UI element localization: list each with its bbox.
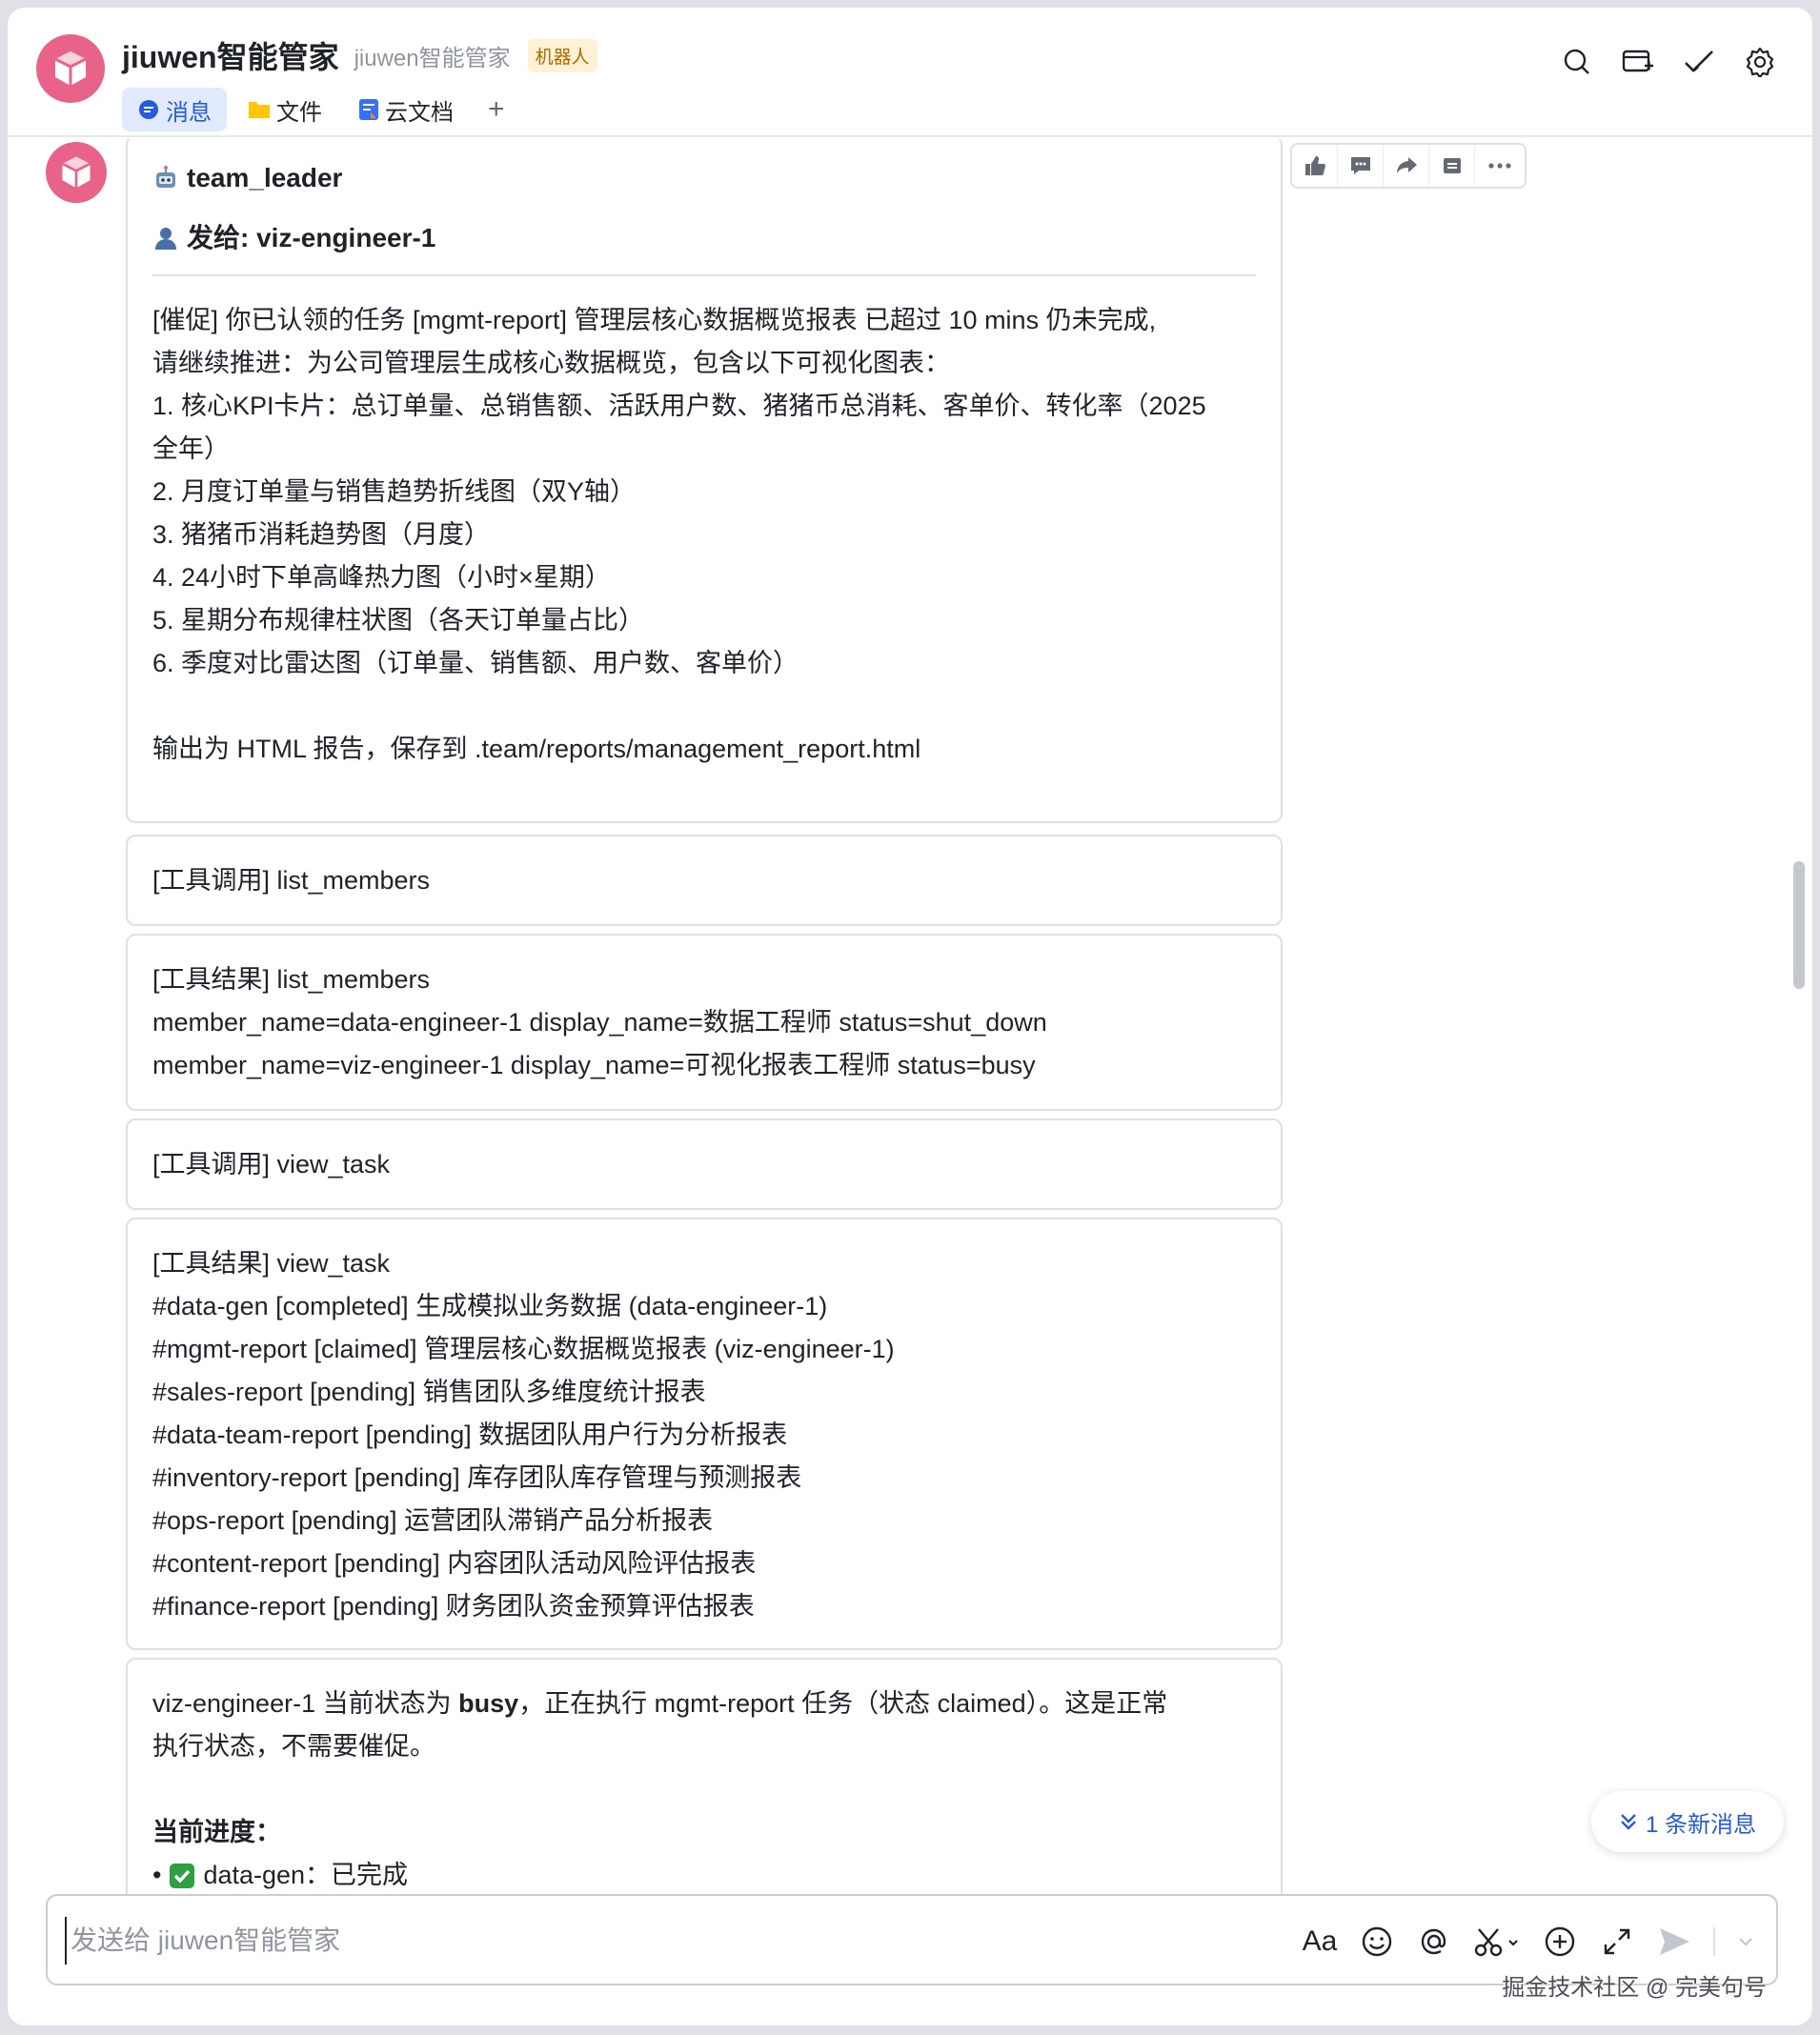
- text-segment: ，正在执行 mgmt-report 任务（状态 claimed）。这是正常: [518, 1689, 1168, 1718]
- text-line: [工具结果] view_task: [152, 1249, 391, 1278]
- text-line: #sales-report [pending] 销售团队多维度统计报表: [152, 1378, 706, 1406]
- cube-icon: [61, 156, 91, 189]
- text-line: 4. 24小时下单高峰热力图（小时×星期）: [152, 563, 611, 592]
- title-row: jiuwen智能管家 jiuwen智能管家 机器人: [122, 34, 597, 76]
- text-line: 执行状态，不需要催促。: [152, 1732, 435, 1761]
- add-tab-button[interactable]: +: [475, 93, 518, 126]
- progress-item: • data-gen：已完成: [152, 1854, 1256, 1897]
- new-messages-button[interactable]: 1 条新消息: [1591, 1791, 1784, 1852]
- text-line: [工具结果] list_members: [152, 965, 431, 994]
- watermark: 掘金技术社区 @ 完美句号: [1502, 1975, 1767, 2001]
- text-format-icon[interactable]: Aa: [1302, 1921, 1338, 1963]
- text-line: 全年）: [152, 434, 230, 463]
- tool-call-card: [工具调用] list_members: [126, 835, 1283, 926]
- tab-label: 文件: [276, 99, 322, 126]
- tab-messages[interactable]: 消息: [122, 88, 227, 131]
- at-mention-icon[interactable]: [1416, 1921, 1452, 1963]
- send-icon[interactable]: [1656, 1921, 1692, 1963]
- tab-label: 消息: [166, 99, 212, 126]
- text-line: 5. 星期分布规律柱状图（各天订单量占比）: [152, 606, 645, 635]
- add-chat-icon[interactable]: [1620, 44, 1656, 80]
- composer-toolbar: Aa: [1302, 1921, 1755, 1963]
- bullet: •: [152, 1861, 162, 1889]
- text-segment: viz-engineer-1 当前状态为: [152, 1689, 459, 1718]
- emoji-icon[interactable]: [1359, 1921, 1395, 1963]
- search-icon[interactable]: [1559, 44, 1595, 80]
- recipient-label: 发给: viz-engineer-1: [187, 223, 436, 252]
- text-line: [工具调用] view_task: [152, 1150, 391, 1179]
- sender-name: team_leader: [152, 156, 1256, 199]
- chevron-down-icon[interactable]: [1736, 1921, 1755, 1963]
- more-icon[interactable]: [1475, 145, 1525, 187]
- tool-result-card: [工具结果] view_task #data-gen [completed] 生…: [126, 1218, 1283, 1650]
- checkmark-icon[interactable]: [1681, 44, 1717, 80]
- message-card: team_leader 发给: viz-engineer-1 [催促] 你已认领…: [126, 139, 1283, 823]
- scrollbar-thumb[interactable]: [1793, 861, 1805, 989]
- text-line: 输出为 HTML 报告，保存到 .team/reports/management…: [152, 735, 921, 763]
- text-line: [工具调用] list_members: [152, 866, 431, 895]
- expand-icon[interactable]: [1599, 1921, 1635, 1963]
- person-icon: [152, 225, 179, 252]
- forward-icon[interactable]: [1384, 145, 1429, 187]
- divider: [152, 274, 1256, 276]
- text-line: #data-team-report [pending] 数据团队用户行为分析报表: [152, 1420, 788, 1449]
- check-icon: [169, 1863, 195, 1889]
- tab-bar: 消息 文件 云文档 +: [122, 88, 518, 131]
- scissors-icon[interactable]: [1473, 1921, 1521, 1963]
- message-action-toolbar: [1290, 143, 1527, 189]
- text-line: 3. 猪猪币消耗趋势图（月度）: [152, 520, 491, 549]
- text-line: 请继续推进：为公司管理层生成核心数据概览，包含以下可视化图表：: [152, 349, 950, 377]
- doc-icon: [358, 98, 379, 121]
- text-line: 6. 季度对比雷达图（订单量、销售额、用户数、客单价）: [152, 649, 799, 677]
- add-circle-icon[interactable]: [1542, 1921, 1578, 1963]
- cube-icon: [54, 51, 87, 86]
- text-line: #content-report [pending] 内容团队活动风险评估报表: [152, 1549, 757, 1578]
- robot-icon: [152, 165, 179, 191]
- tool-call-card: [工具调用] view_task: [126, 1118, 1283, 1210]
- reply-card: viz-engineer-1 当前状态为 busy，正在执行 mgmt-repo…: [126, 1658, 1283, 1897]
- text-line: viz-engineer-1 当前状态为 busy，正在执行 mgmt-repo…: [152, 1682, 1256, 1725]
- progress-heading: 当前进度：: [152, 1818, 281, 1846]
- text-line: 1. 核心KPI卡片：总订单量、总销售额、活跃用户数、猪猪币总消耗、客单价、转化…: [152, 392, 1206, 420]
- new-messages-label: 1 条新消息: [1645, 1811, 1756, 1838]
- thumbs-up-icon[interactable]: [1292, 145, 1338, 187]
- tab-files[interactable]: 文件: [233, 88, 337, 131]
- bot-badge: 机器人: [527, 38, 597, 72]
- pin-icon[interactable]: [1429, 145, 1475, 187]
- gear-icon[interactable]: [1742, 44, 1778, 80]
- status-bold: busy: [458, 1689, 519, 1718]
- app-window: jiuwen智能管家 jiuwen智能管家 机器人 消息 文件 云文档 + te…: [8, 8, 1812, 2025]
- sender-avatar[interactable]: [46, 142, 107, 203]
- chat-header: jiuwen智能管家 jiuwen智能管家 机器人 消息 文件 云文档 +: [8, 8, 1812, 137]
- divider: [1713, 1927, 1715, 1956]
- tool-result-card: [工具结果] list_members member_name=data-eng…: [126, 934, 1283, 1111]
- tab-cloud-docs[interactable]: 云文档: [343, 88, 469, 131]
- text-line: 2. 月度订单量与销售趋势折线图（双Y轴）: [152, 477, 637, 506]
- text-line: #finance-report [pending] 财务团队资金预算评估报表: [152, 1592, 755, 1621]
- comment-icon[interactable]: [1338, 145, 1384, 187]
- sender-label: team_leader: [187, 163, 343, 192]
- bot-avatar[interactable]: [36, 34, 105, 103]
- message-list[interactable]: team_leader 发给: viz-engineer-1 [催促] 你已认领…: [8, 139, 1812, 1897]
- text-line: [催促] 你已认领的任务 [mgmt-report] 管理层核心数据概览报表 已…: [152, 306, 1157, 334]
- chat-bubble-icon: [137, 98, 160, 121]
- chat-title[interactable]: jiuwen智能管家: [122, 33, 339, 77]
- progress-item-text: data-gen：已完成: [203, 1861, 409, 1889]
- chat-subtitle: jiuwen智能管家: [354, 45, 511, 71]
- text-line: member_name=viz-engineer-1 display_name=…: [152, 1051, 1036, 1079]
- text-line: #mgmt-report [claimed] 管理层核心数据概览报表 (viz-…: [152, 1335, 895, 1363]
- text-line: #data-gen [completed] 生成模拟业务数据 (data-eng…: [152, 1292, 828, 1320]
- text-line: #inventory-report [pending] 库存团队库存管理与预测报…: [152, 1463, 802, 1492]
- folder-icon: [248, 99, 271, 120]
- recipient-line: 发给: viz-engineer-1: [152, 216, 1256, 259]
- message-input[interactable]: [65, 1917, 1113, 1964]
- double-chevron-down-icon: [1619, 1812, 1638, 1831]
- tab-label: 云文档: [385, 99, 454, 126]
- header-actions: [1559, 44, 1778, 80]
- text-line: member_name=data-engineer-1 display_name…: [152, 1008, 1047, 1037]
- text-line: #ops-report [pending] 运营团队滞销产品分析报表: [152, 1506, 714, 1535]
